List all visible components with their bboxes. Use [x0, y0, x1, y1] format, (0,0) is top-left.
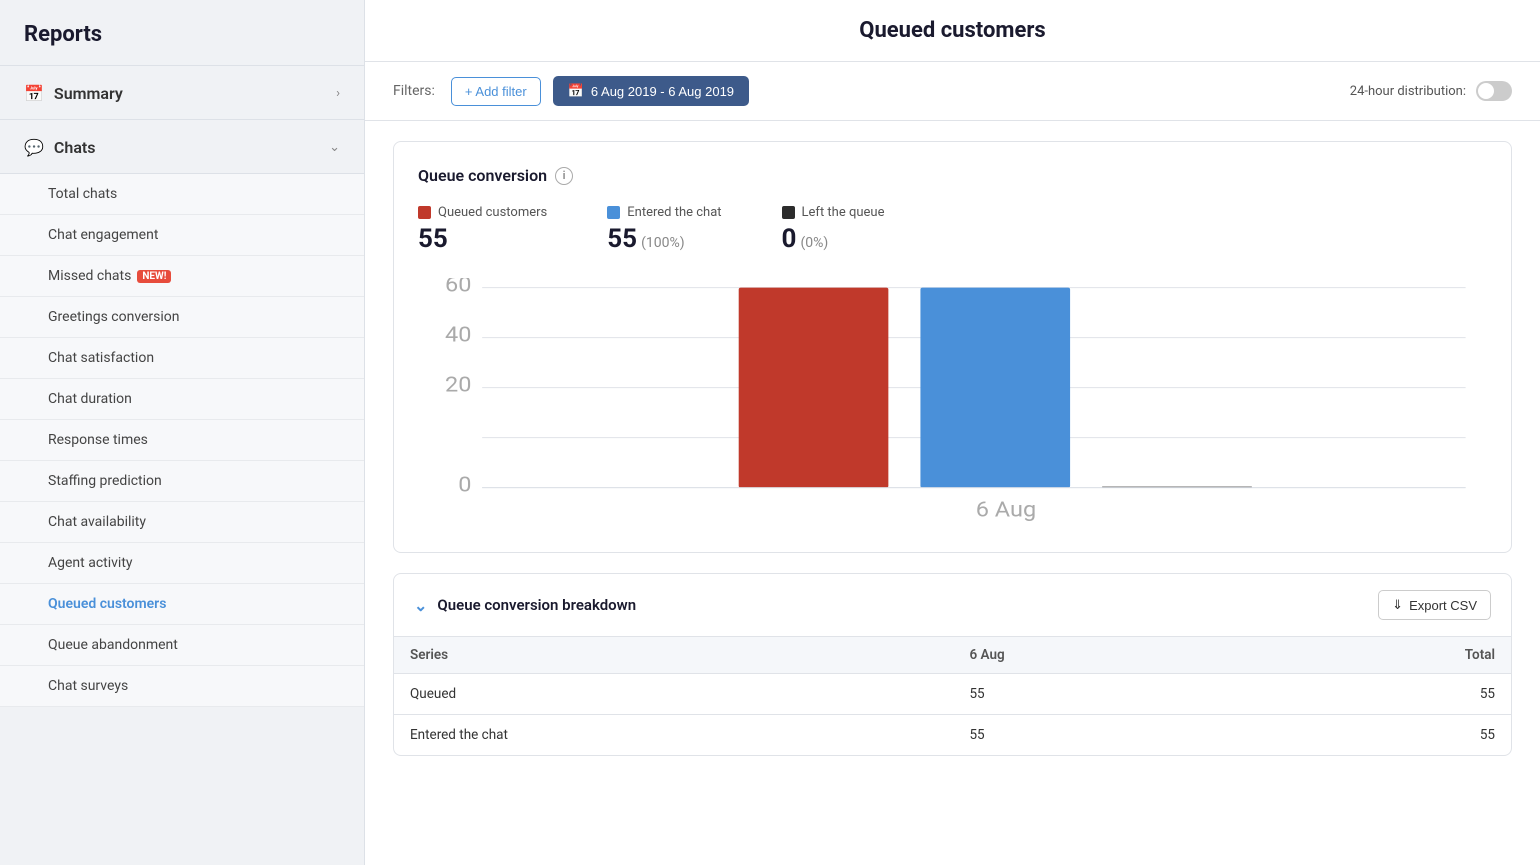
distribution-toggle-switch[interactable]	[1476, 81, 1512, 101]
cell-total: 55	[1243, 715, 1511, 756]
calendar-icon: 📅	[568, 83, 584, 99]
download-icon: ⇓	[1392, 597, 1403, 613]
sidebar-item-missed-chats[interactable]: Missed chatsNEW!	[0, 256, 364, 297]
breakdown-table-body: Queued 55 55 Entered the chat 55 55	[394, 674, 1511, 756]
sidebar: Reports 📅 Summary › 💬 Chats ⌄ Total chat…	[0, 0, 365, 865]
export-csv-button[interactable]: ⇓ Export CSV	[1378, 590, 1491, 620]
bar-chart-area: 60 40 20 0 6 Aug	[418, 278, 1487, 528]
new-badge: NEW!	[137, 270, 171, 283]
distribution-toggle-container: 24-hour distribution:	[1350, 81, 1512, 101]
sidebar-item-greetings-conversion[interactable]: Greetings conversion	[0, 297, 364, 338]
legend-dot-queued	[418, 206, 431, 219]
legend-value-entered: 55(100%)	[607, 224, 721, 254]
legend-dot-entered	[607, 206, 620, 219]
chart-title: Queue conversion i	[418, 166, 1487, 185]
app-title: Reports	[0, 0, 364, 66]
col-series: Series	[394, 637, 953, 674]
legend-value-queued: 55	[418, 224, 547, 254]
svg-text:0: 0	[458, 473, 471, 498]
table-row: Entered the chat 55 55	[394, 715, 1511, 756]
summary-label: Summary	[54, 84, 123, 103]
chats-nav-list: Total chatsChat engagementMissed chatsNE…	[0, 174, 364, 707]
breakdown-table: Series 6 Aug Total Queued 55 55 Entered …	[394, 637, 1511, 755]
distribution-label: 24-hour distribution:	[1350, 84, 1466, 99]
legend-text-left: Left the queue	[802, 205, 885, 220]
page-title: Queued customers	[365, 0, 1540, 62]
sidebar-item-chat-engagement[interactable]: Chat engagement	[0, 215, 364, 256]
sidebar-item-total-chats[interactable]: Total chats	[0, 174, 364, 215]
cell-series: Entered the chat	[394, 715, 953, 756]
chats-label: Chats	[54, 138, 96, 157]
sidebar-item-chat-satisfaction[interactable]: Chat satisfaction	[0, 338, 364, 379]
add-filter-button[interactable]: + Add filter	[451, 77, 541, 106]
legend-text-queued: Queued customers	[438, 205, 547, 220]
bar-chart-svg: 60 40 20 0 6 Aug	[418, 278, 1487, 528]
chats-section: 💬 Chats ⌄ Total chatsChat engagementMiss…	[0, 120, 364, 707]
breakdown-header: ⌄ Queue conversion breakdown ⇓ Export CS…	[394, 574, 1511, 637]
export-csv-label: Export CSV	[1409, 598, 1477, 613]
chats-chevron-icon: ⌄	[329, 140, 340, 155]
legend-pct-entered: (100%)	[641, 235, 685, 251]
summary-icon: 📅	[24, 84, 44, 103]
breakdown-chevron-icon[interactable]: ⌄	[414, 596, 427, 615]
legend-pct-left: (0%)	[800, 235, 828, 251]
main-content-area: Queued customers Filters: + Add filter 📅…	[365, 0, 1540, 865]
legend-text-entered: Entered the chat	[627, 205, 721, 220]
breakdown-title: Queue conversion breakdown	[437, 596, 636, 614]
summary-header[interactable]: 📅 Summary ›	[0, 66, 364, 120]
filters-label: Filters:	[393, 83, 435, 99]
col-aug6: 6 Aug	[953, 637, 1243, 674]
legend-item-queued: Queued customers 55	[418, 205, 547, 254]
sidebar-item-queue-abandonment[interactable]: Queue abandonment	[0, 625, 364, 666]
table-header: Series 6 Aug Total	[394, 637, 1511, 674]
legend-label-left: Left the queue	[782, 205, 885, 220]
legend-dot-left	[782, 206, 795, 219]
sidebar-item-chat-surveys[interactable]: Chat surveys	[0, 666, 364, 707]
sidebar-item-queued-customers[interactable]: Queued customers	[0, 584, 364, 625]
cell-aug6: 55	[953, 715, 1243, 756]
legend-label-queued: Queued customers	[418, 205, 547, 220]
cell-aug6: 55	[953, 674, 1243, 715]
legend-item-entered: Entered the chat 55(100%)	[607, 205, 721, 254]
chart-legend: Queued customers 55 Entered the chat 55(…	[418, 205, 1487, 254]
date-range-button[interactable]: 📅 6 Aug 2019 - 6 Aug 2019	[553, 76, 749, 106]
col-total: Total	[1243, 637, 1511, 674]
sidebar-item-chat-duration[interactable]: Chat duration	[0, 379, 364, 420]
svg-text:40: 40	[445, 323, 471, 348]
queue-conversion-card: Queue conversion i Queued customers 55 E…	[393, 141, 1512, 553]
breakdown-section: ⌄ Queue conversion breakdown ⇓ Export CS…	[393, 573, 1512, 756]
table-row: Queued 55 55	[394, 674, 1511, 715]
svg-text:20: 20	[445, 373, 471, 398]
legend-value-left: 0(0%)	[782, 224, 885, 254]
sidebar-item-response-times[interactable]: Response times	[0, 420, 364, 461]
legend-item-left: Left the queue 0(0%)	[782, 205, 885, 254]
svg-text:6 Aug: 6 Aug	[976, 498, 1036, 523]
sidebar-item-staffing-prediction[interactable]: Staffing prediction	[0, 461, 364, 502]
cell-series: Queued	[394, 674, 953, 715]
info-icon: i	[555, 167, 573, 185]
cell-total: 55	[1243, 674, 1511, 715]
svg-text:60: 60	[445, 278, 471, 297]
chats-header[interactable]: 💬 Chats ⌄	[0, 120, 364, 174]
sidebar-item-chat-availability[interactable]: Chat availability	[0, 502, 364, 543]
chats-icon: 💬	[24, 138, 44, 157]
summary-section: 📅 Summary ›	[0, 66, 364, 120]
sidebar-item-agent-activity[interactable]: Agent activity	[0, 543, 364, 584]
date-range-label: 6 Aug 2019 - 6 Aug 2019	[591, 84, 734, 99]
filters-bar: Filters: + Add filter 📅 6 Aug 2019 - 6 A…	[365, 62, 1540, 121]
legend-label-entered: Entered the chat	[607, 205, 721, 220]
summary-chevron-icon: ›	[336, 86, 340, 101]
